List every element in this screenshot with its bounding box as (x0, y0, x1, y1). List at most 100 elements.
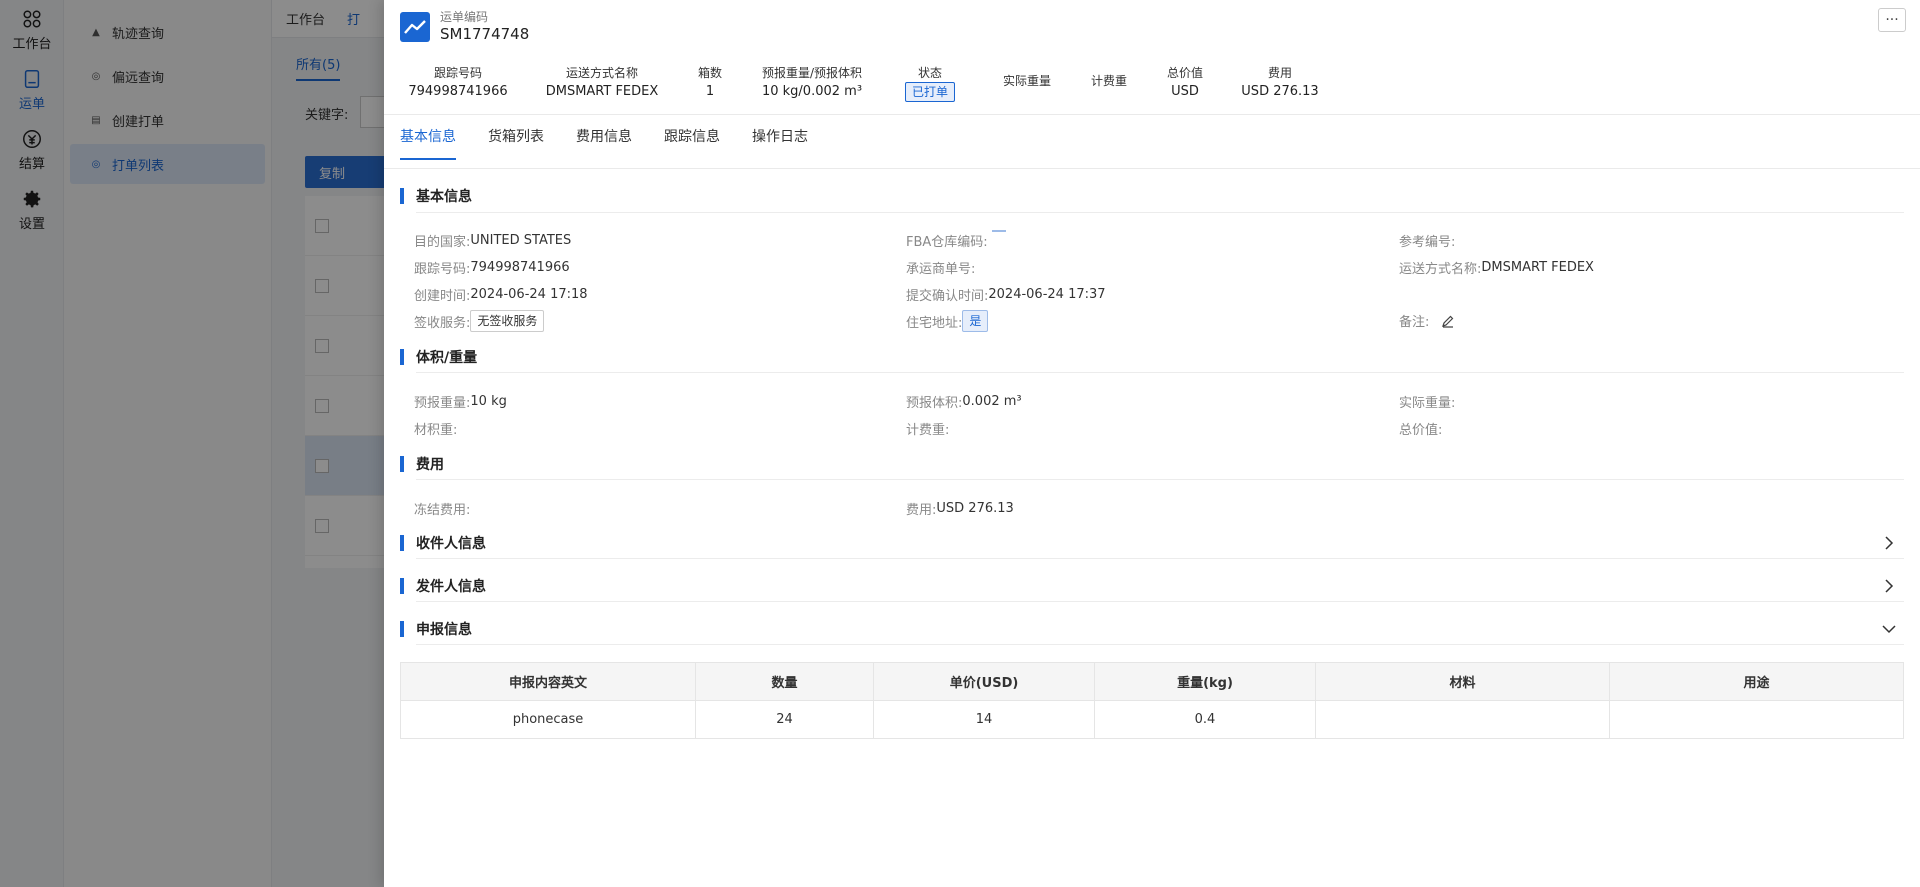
field-value: DMSMART FEDEX (1481, 260, 1594, 275)
field-forecast-weight: 预报重量: 10 kg (414, 392, 507, 411)
field-residential: 住宅地址: 是 (906, 310, 989, 332)
field-label: 承运商单号: (906, 262, 976, 277)
field-label: 材积重: (414, 423, 458, 438)
summary-method: 运送方式名称 DMSMART FEDEX (546, 64, 659, 102)
summary-strip: 跟踪号码 794998741966 运送方式名称 DMSMART FEDEX 箱… (384, 64, 1920, 104)
fba-indicator (991, 229, 1006, 232)
summary-total-value-value: USD (1171, 84, 1199, 99)
field-reference-no: 参考编号: (1399, 231, 1455, 250)
field-label: 运送方式名称: (1399, 262, 1482, 277)
section-title: 申报信息 (416, 622, 472, 638)
table-header-row: 申报内容英文 数量 单价(USD) 重量(kg) 材料 用途 (400, 662, 1904, 701)
section-sender[interactable]: 发件人信息 (400, 577, 486, 595)
section-divider (416, 558, 1904, 559)
field-label: 目的国家: (414, 235, 471, 250)
summary-boxes: 箱数 1 (698, 64, 722, 102)
field-actual-weight: 实际重量: (1399, 392, 1455, 411)
field-label: 提交确认时间: (906, 289, 989, 304)
summary-fee-value: USD 276.13 (1241, 84, 1319, 99)
status-badge: 已打单 (904, 82, 956, 102)
modal-overlay[interactable] (0, 0, 384, 887)
code-label: 运单编码 (440, 10, 489, 24)
field-fee: 费用: USD 276.13 (906, 499, 1014, 518)
field-label: 冻结费用: (414, 503, 471, 518)
field-label: 计费重: (906, 423, 950, 438)
tab-operation-log[interactable]: 操作日志 (752, 126, 808, 160)
field-fba-code: FBA仓库编码: (906, 229, 1006, 250)
column-header: 用途 (1609, 662, 1904, 701)
section-divider (416, 479, 1904, 480)
summary-total-value: 总价值 USD (1167, 64, 1203, 102)
section-divider (416, 644, 1904, 645)
summary-status: 状态 已打单 (904, 64, 956, 102)
column-header: 重量(kg) (1094, 662, 1316, 701)
drawer-header: 运单编码 SM1774748 (400, 10, 529, 44)
section-title: 基本信息 (416, 189, 472, 205)
column-header: 材料 (1315, 662, 1610, 701)
field-value: 794998741966 (470, 260, 570, 275)
summary-status-label: 状态 (917, 66, 943, 80)
field-value: 10 kg (470, 394, 507, 409)
section-divider (416, 372, 1904, 373)
divider (384, 168, 1920, 169)
field-value: 0.002 m³ (962, 394, 1022, 409)
field-label: 住宅地址: (906, 315, 963, 331)
tab-basic-info[interactable]: 基本信息 (400, 126, 456, 160)
field-forecast-volume: 预报体积: 0.002 m³ (906, 392, 1022, 411)
residential-tag: 是 (962, 310, 989, 332)
field-sign-service: 签收服务: 无签收服务 (414, 310, 545, 332)
waybill-code: SM1774748 (440, 25, 530, 43)
field-value: UNITED STATES (470, 233, 572, 248)
summary-boxes-value: 1 (705, 84, 715, 99)
summary-charge-weight-label: 计费重 (1090, 74, 1128, 88)
field-frozen-fee: 冻结费用: (414, 499, 470, 518)
summary-method-label: 运送方式名称 (565, 66, 639, 80)
tab-box-list[interactable]: 货箱列表 (488, 126, 544, 160)
table-cell: 14 (873, 700, 1095, 739)
chevron-down-icon[interactable] (1882, 622, 1896, 636)
section-declaration[interactable]: 申报信息 (400, 620, 472, 638)
tab-fee-info[interactable]: 费用信息 (576, 126, 632, 160)
field-tracking-no: 跟踪号码: 794998741966 (414, 258, 570, 277)
summary-forecast-label: 预报重量/预报体积 (761, 66, 863, 80)
edit-icon[interactable] (1441, 314, 1455, 328)
field-dest-country: 目的国家: UNITED STATES (414, 231, 571, 250)
table-row: phonecase 24 14 0.4 (400, 700, 1904, 739)
trend-chart-icon (400, 12, 430, 42)
field-label: 创建时间: (414, 289, 471, 304)
section-title: 发件人信息 (416, 579, 486, 595)
chevron-right-icon[interactable] (1882, 536, 1896, 550)
field-shipping-method: 运送方式名称: DMSMART FEDEX (1399, 258, 1594, 277)
summary-tracking-label: 跟踪号码 (433, 66, 483, 80)
summary-method-value: DMSMART FEDEX (545, 84, 659, 99)
chevron-right-icon[interactable] (1882, 579, 1896, 593)
field-charge-weight: 计费重: (906, 419, 949, 438)
field-value: 2024-06-24 17:18 (470, 287, 588, 302)
summary-charge-weight: 计费重 (1091, 64, 1127, 90)
column-header: 数量 (695, 662, 874, 701)
section-volume-weight: 体积/重量 (400, 348, 477, 366)
column-header: 单价(USD) (873, 662, 1095, 701)
summary-fee-label: 费用 (1267, 66, 1292, 80)
summary-tracking: 跟踪号码 794998741966 (408, 64, 507, 102)
field-value: USD 276.13 (936, 501, 1014, 516)
field-created-time: 创建时间: 2024-06-24 17:18 (414, 285, 588, 304)
table-cell (1315, 700, 1610, 739)
divider (384, 114, 1920, 115)
field-label: 实际重量: (1399, 396, 1456, 411)
table-cell: phonecase (400, 700, 696, 739)
section-divider (416, 212, 1904, 213)
section-divider (416, 601, 1904, 602)
field-total-value: 总价值: (1399, 419, 1442, 438)
section-receiver[interactable]: 收件人信息 (400, 534, 486, 552)
detail-tabs: 基本信息 货箱列表 费用信息 跟踪信息 操作日志 (400, 126, 808, 160)
summary-forecast-value: 10 kg/0.002 m³ (761, 84, 863, 99)
more-button[interactable]: ··· (1878, 8, 1906, 32)
section-title: 收件人信息 (416, 536, 486, 552)
field-value: 2024-06-24 17:37 (988, 287, 1106, 302)
summary-tracking-value: 794998741966 (408, 84, 508, 99)
tab-tracking-info[interactable]: 跟踪信息 (664, 126, 720, 160)
table-cell (1609, 700, 1904, 739)
summary-fee: 费用 USD 276.13 (1241, 64, 1318, 102)
field-label: 总价值: (1399, 423, 1443, 438)
